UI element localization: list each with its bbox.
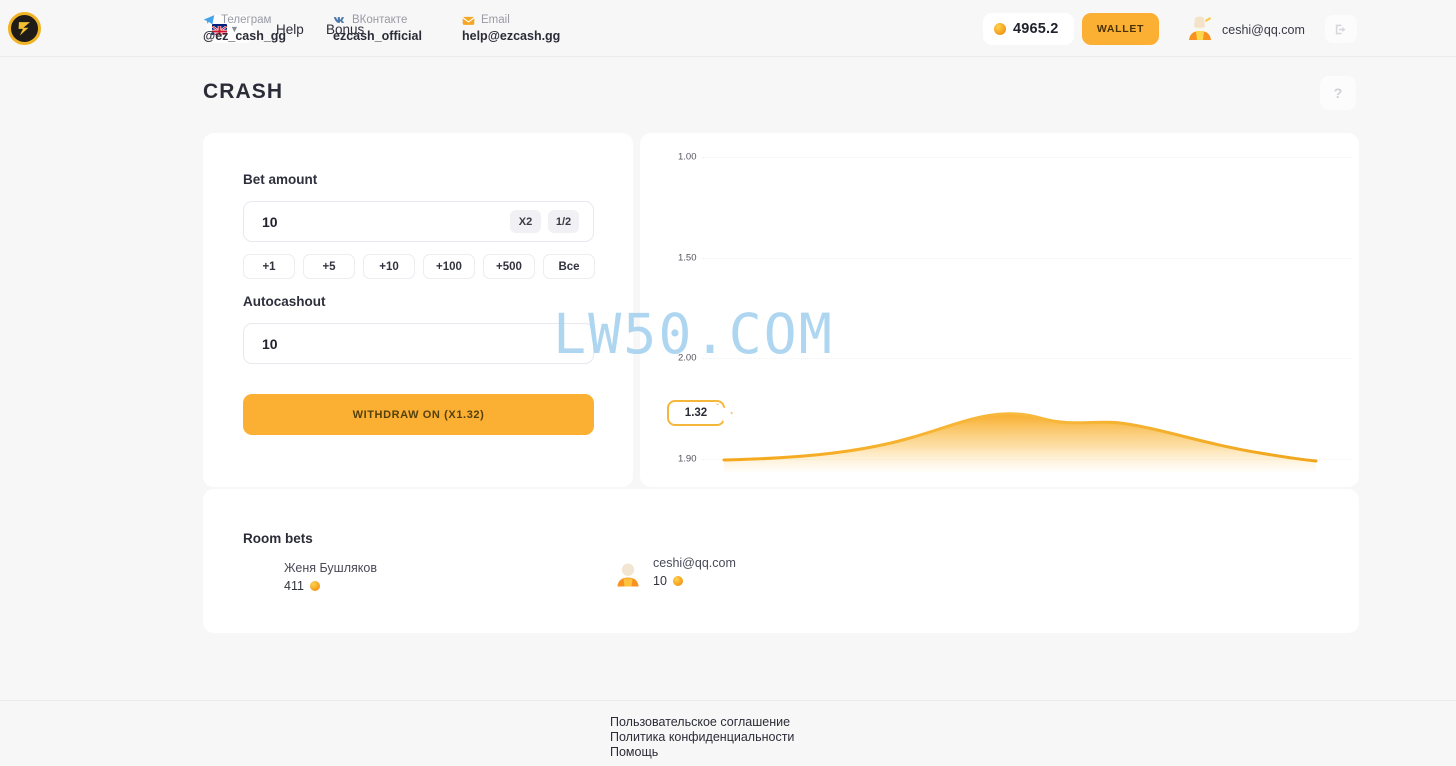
room-bet-player-name: Женя Бушляков xyxy=(284,561,377,575)
bet-half-button[interactable]: 1/2 xyxy=(548,210,579,233)
room-bet-row[interactable]: Женя Бушляков 411 xyxy=(284,561,377,593)
help-button[interactable]: ? xyxy=(1320,76,1356,110)
quick-add-5[interactable]: +5 xyxy=(303,254,355,279)
footer-links: Пользовательское соглашение Политика кон… xyxy=(610,715,794,760)
balance-display[interactable]: 4965.2 xyxy=(983,13,1074,45)
quick-add-500[interactable]: +500 xyxy=(483,254,535,279)
quick-add-group: +1 +5 +10 +100 +500 Все xyxy=(243,254,595,279)
quick-add-100[interactable]: +100 xyxy=(423,254,475,279)
coin-icon xyxy=(994,23,1006,35)
footer-email[interactable]: Email help@ezcash.gg xyxy=(462,14,560,43)
page-title: CRASH xyxy=(203,80,284,103)
ezcash-logo[interactable] xyxy=(8,12,41,45)
bet-multiplier-group: X2 1/2 xyxy=(510,210,579,233)
room-bet-row[interactable]: ceshi@qq.com 10 xyxy=(613,556,736,590)
wallet-button[interactable]: WALLET xyxy=(1082,13,1159,45)
logout-icon xyxy=(1335,24,1346,34)
quick-add-10[interactable]: +10 xyxy=(363,254,415,279)
footer-vk-label: ВКонтакте xyxy=(352,14,408,26)
coin-icon xyxy=(672,576,683,586)
room-bet-amount: 10 xyxy=(653,574,667,588)
footer-telegram-value[interactable]: @ez_cash_gg xyxy=(203,29,286,43)
footer-telegram-head: Телеграм xyxy=(203,14,286,26)
avatar[interactable] xyxy=(1183,12,1217,46)
vk-icon xyxy=(333,17,345,23)
footer-vk-head: ВКонтакте xyxy=(333,14,422,26)
telegram-icon xyxy=(203,15,215,25)
room-bets-title: Room bets xyxy=(243,531,313,546)
autocashout-input[interactable] xyxy=(243,323,594,364)
user-email: ceshi@qq.com xyxy=(1222,23,1305,37)
user-avatar-icon xyxy=(1189,16,1211,40)
footer-telegram[interactable]: Телеграм @ez_cash_gg xyxy=(203,14,286,43)
footer-vk-value[interactable]: ezcash_official xyxy=(333,29,422,43)
bet-x2-button[interactable]: X2 xyxy=(510,210,541,233)
autocashout-label: Autocashout xyxy=(243,294,326,309)
chart-panel xyxy=(640,133,1359,487)
footer-link-terms[interactable]: Пользовательское соглашение xyxy=(610,715,794,730)
lightning-z-icon xyxy=(18,22,31,36)
footer-link-privacy[interactable]: Политика конфиденциальности xyxy=(610,730,794,745)
room-bet-amount: 411 xyxy=(284,579,304,593)
email-icon xyxy=(462,16,475,25)
withdraw-button[interactable]: WITHDRAW ON (X1.32) xyxy=(243,394,594,435)
footer-telegram-label: Телеграм xyxy=(221,14,272,26)
footer-link-help[interactable]: Помощь xyxy=(610,745,794,760)
room-bet-amount-row: 10 xyxy=(653,574,736,588)
balance-value: 4965.2 xyxy=(1013,21,1059,37)
coin-icon xyxy=(309,581,320,591)
footer-email-head: Email xyxy=(462,14,560,26)
footer-vk[interactable]: ВКонтакте ezcash_official xyxy=(333,14,422,43)
footer-email-label: Email xyxy=(481,14,510,26)
quick-add-all[interactable]: Все xyxy=(543,254,595,279)
user-avatar-icon xyxy=(617,563,639,587)
logout-button[interactable] xyxy=(1325,15,1357,43)
room-bet-amount-row: 411 xyxy=(284,579,377,593)
room-bet-player-name: ceshi@qq.com xyxy=(653,556,736,570)
quick-add-1[interactable]: +1 xyxy=(243,254,295,279)
footer-email-value[interactable]: help@ezcash.gg xyxy=(462,29,560,43)
bet-amount-label: Bet amount xyxy=(243,172,318,187)
